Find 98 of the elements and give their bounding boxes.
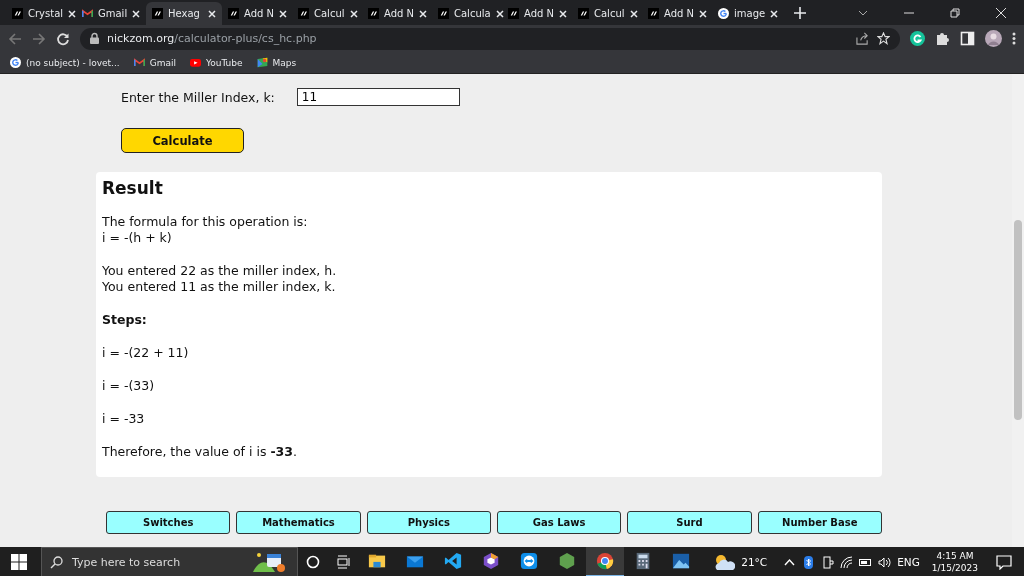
browser-tab[interactable]: Hexag <box>146 2 222 25</box>
back-arrow-icon[interactable] <box>8 31 22 46</box>
site-logo-icon <box>438 8 449 19</box>
google-g-icon <box>718 8 729 19</box>
category-button[interactable]: Number Base <box>757 511 882 534</box>
close-icon[interactable] <box>770 9 779 18</box>
browser-tab[interactable]: Gmail <box>76 2 146 25</box>
close-icon[interactable] <box>629 9 638 18</box>
url-text: nickzom.org/calculator-plus/cs_hc.php <box>107 32 317 45</box>
close-icon[interactable] <box>699 9 708 18</box>
star-icon[interactable] <box>877 32 890 45</box>
browser-tab[interactable]: Crystal <box>6 2 76 25</box>
side-panel-icon[interactable] <box>960 31 975 46</box>
browser-tab[interactable]: Calcul <box>572 2 642 25</box>
input-field[interactable]: 11 <box>296 88 460 106</box>
play-icon <box>189 57 201 68</box>
close-icon[interactable] <box>132 9 141 18</box>
browser-tab[interactable]: Calcula <box>432 2 502 25</box>
language-indicator[interactable]: ENG <box>897 556 920 568</box>
result-text: i = -(22 + 11) <box>102 345 189 361</box>
field-label: Enter the Miller Index, k: <box>121 89 275 105</box>
browser-tab[interactable]: Calcul <box>292 2 362 25</box>
bookmark[interactable]: Gmail <box>133 57 176 68</box>
clock[interactable]: 4:15 AM 1/15/2023 <box>931 550 978 574</box>
new-tab-icon[interactable] <box>794 7 806 19</box>
result-text: You entered 22 as the miller index, h. <box>102 263 337 279</box>
category-button[interactable]: Switches <box>106 511 231 534</box>
forward-arrow-icon[interactable] <box>32 31 46 46</box>
task-view-icon[interactable] <box>336 555 350 569</box>
lock-icon <box>90 32 99 45</box>
site-logo-icon <box>228 8 239 19</box>
result-text: Therefore, the value of i is -33. <box>102 444 297 460</box>
reload-icon[interactable] <box>56 31 70 46</box>
share-icon[interactable] <box>856 32 869 45</box>
windows-start-icon[interactable] <box>11 554 27 570</box>
browser-tab[interactable]: Add N <box>222 2 292 25</box>
result-text: You entered 11 as the miller index, k. <box>102 279 336 295</box>
restore-icon[interactable] <box>950 7 960 18</box>
browser-tab[interactable]: Add N <box>642 2 712 25</box>
close-icon[interactable] <box>419 9 428 18</box>
cloud-sun-icon[interactable] <box>713 553 736 571</box>
close-icon[interactable] <box>68 9 77 18</box>
speaker-icon[interactable] <box>878 555 892 569</box>
site-logo-icon <box>368 8 379 19</box>
site-logo-icon <box>152 8 163 19</box>
envelope-m-icon <box>82 8 93 19</box>
category-button[interactable]: Surd <box>627 511 752 534</box>
category-button[interactable]: Gas Laws <box>497 511 622 534</box>
bookmark[interactable]: YouTube <box>189 57 243 68</box>
site-logo-icon <box>578 8 589 19</box>
cube-icon[interactable] <box>482 552 500 570</box>
close-icon[interactable] <box>349 9 358 18</box>
calculate-button[interactable]: Calculate <box>121 128 244 153</box>
close-icon[interactable] <box>208 9 216 18</box>
double-arrow-icon[interactable] <box>520 552 538 570</box>
hexagon-icon[interactable] <box>558 552 576 570</box>
steps-heading: Steps: <box>102 312 147 328</box>
circle-icon[interactable] <box>306 555 320 569</box>
result-text: i = -33 <box>102 411 145 427</box>
menu-icon[interactable] <box>1012 31 1016 46</box>
puzzle-piece-icon[interactable] <box>935 31 950 46</box>
extension-g-icon[interactable] <box>910 31 925 46</box>
site-logo-icon <box>12 8 23 19</box>
close-icon[interactable] <box>996 7 1006 18</box>
bookmark[interactable]: Maps <box>256 57 297 68</box>
code-editor-icon[interactable] <box>444 552 462 570</box>
result-text: The formula for this operation is: <box>102 214 308 230</box>
browser-icon[interactable] <box>596 552 614 570</box>
browser-tab[interactable]: Add N <box>362 2 432 25</box>
taskbar-search-field[interactable]: Type here to search <box>41 547 298 576</box>
close-icon[interactable] <box>279 9 288 18</box>
site-logo-icon <box>648 8 659 19</box>
close-icon[interactable] <box>495 9 504 18</box>
bookmark[interactable]: (no subject) - lovet... <box>10 57 120 68</box>
result-text: i = -(h + k) <box>102 230 172 246</box>
site-logo-icon <box>298 8 309 19</box>
browser-tab[interactable]: image <box>712 2 782 25</box>
result-text: i = -(33) <box>102 378 155 394</box>
search-icon <box>50 555 63 569</box>
address-bar[interactable]: nickzom.org/calculator-plus/cs_hc.php <box>80 27 900 50</box>
device-icon[interactable] <box>821 555 835 569</box>
map-icon <box>256 57 268 68</box>
category-button[interactable]: Mathematics <box>236 511 361 534</box>
avatar-icon[interactable] <box>985 30 1002 47</box>
bluetooth-icon[interactable] <box>802 555 816 569</box>
category-button[interactable]: Physics <box>366 511 491 534</box>
wifi-icon[interactable] <box>840 555 854 569</box>
close-icon[interactable] <box>559 9 568 18</box>
site-logo-icon <box>508 8 519 19</box>
result-heading: Result <box>102 178 164 198</box>
notification-icon[interactable] <box>996 554 1012 570</box>
calculator-icon[interactable] <box>634 552 652 570</box>
image-icon[interactable] <box>672 552 690 570</box>
browser-tab[interactable]: Add N <box>502 2 572 25</box>
temperature[interactable]: 21°C <box>741 556 768 568</box>
folder-icon[interactable] <box>368 552 386 570</box>
google-g-icon <box>10 57 21 68</box>
envelope-m-icon <box>133 57 145 68</box>
